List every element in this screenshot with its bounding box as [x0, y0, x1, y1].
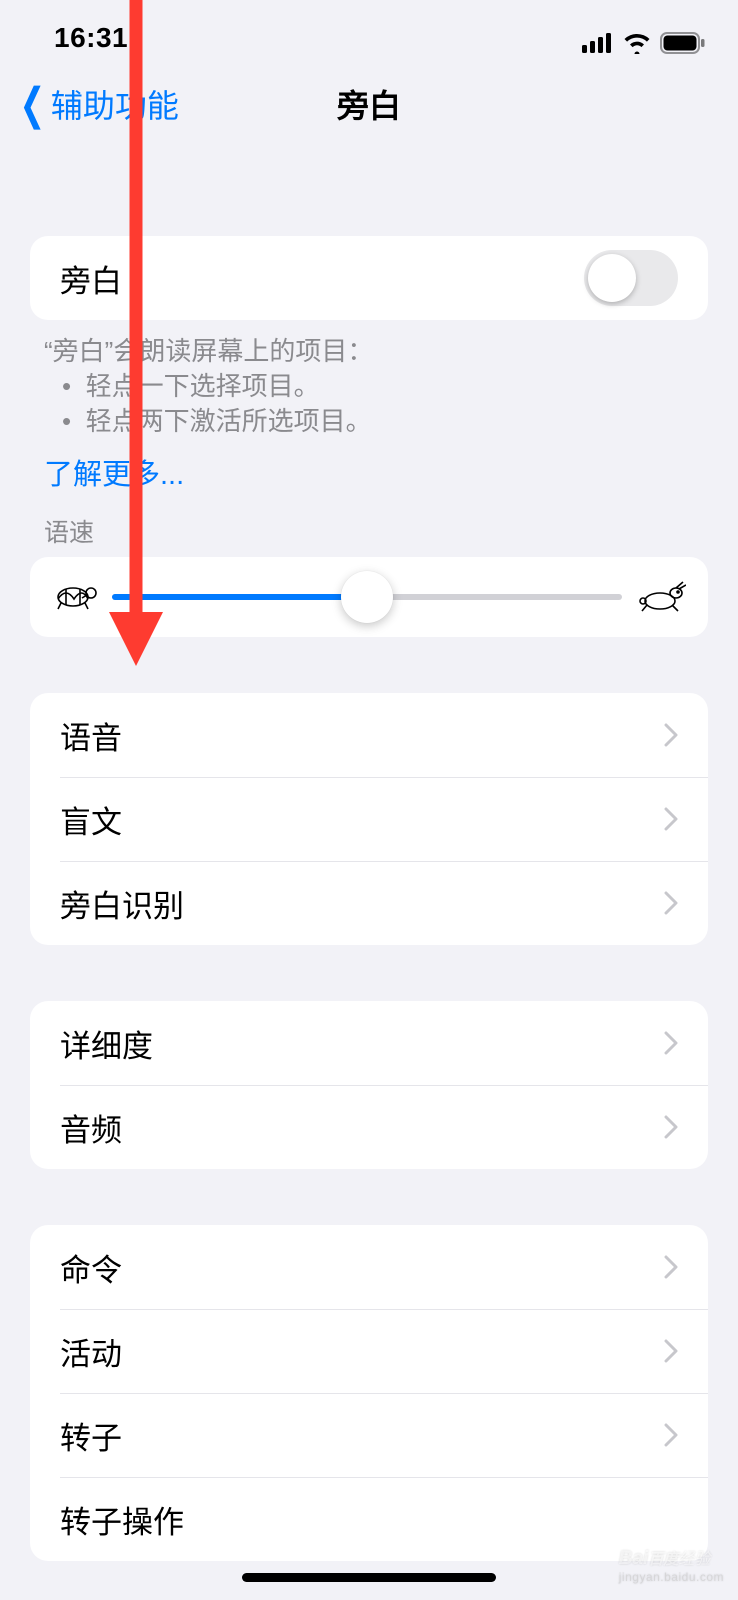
- chevron-left-icon: ❮: [20, 79, 46, 130]
- chevron-right-icon: [664, 807, 678, 831]
- row-audio[interactable]: 音频: [30, 1085, 708, 1169]
- status-time: 16:31: [54, 22, 128, 54]
- row-voiceover-toggle[interactable]: 旁白: [30, 236, 708, 320]
- battery-icon: [660, 32, 706, 54]
- group-verbosity-audio: 详细度 音频: [30, 1001, 708, 1169]
- row-activity[interactable]: 活动: [30, 1309, 708, 1393]
- chevron-right-icon: [664, 1339, 678, 1363]
- back-button[interactable]: ❮ 辅助功能: [14, 79, 179, 130]
- chevron-right-icon: [664, 1423, 678, 1447]
- chevron-right-icon: [664, 1031, 678, 1055]
- chevron-right-icon: [664, 723, 678, 747]
- status-icons: [582, 32, 706, 54]
- chevron-right-icon: [664, 1115, 678, 1139]
- row-voiceover-recognition[interactable]: 旁白识别: [30, 861, 708, 945]
- voiceover-toggle[interactable]: [584, 250, 678, 306]
- wifi-icon: [622, 32, 652, 54]
- speed-slider[interactable]: [112, 594, 622, 600]
- group-speed: [30, 557, 708, 637]
- speed-slider-row: [30, 557, 708, 637]
- status-bar: 16:31: [0, 0, 738, 60]
- hare-icon: [636, 581, 686, 613]
- chevron-right-icon: [664, 1255, 678, 1279]
- row-verbosity[interactable]: 详细度: [30, 1001, 708, 1085]
- toggle-label: 旁白: [60, 256, 584, 301]
- row-rotor[interactable]: 转子: [30, 1393, 708, 1477]
- group-voice-braille: 语音 盲文 旁白识别: [30, 693, 708, 945]
- group-voiceover-toggle: 旁白: [30, 236, 708, 320]
- voiceover-description: “旁白”会朗读屏幕上的项目： • 轻点一下选择项目。 • 轻点两下激活所选项目。: [0, 320, 738, 439]
- cellular-icon: [582, 33, 614, 53]
- row-braille[interactable]: 盲文: [30, 777, 708, 861]
- nav-bar: ❮ 辅助功能 旁白: [0, 60, 738, 148]
- home-indicator: [242, 1573, 496, 1582]
- speed-header: 语速: [0, 493, 738, 553]
- tortoise-icon: [52, 581, 98, 613]
- chevron-right-icon: [664, 891, 678, 915]
- row-commands[interactable]: 命令: [30, 1225, 708, 1309]
- learn-more-link[interactable]: 了解更多...: [0, 439, 738, 493]
- back-label: 辅助功能: [51, 81, 179, 127]
- row-rotor-actions[interactable]: 转子操作: [30, 1477, 708, 1561]
- row-voice[interactable]: 语音: [30, 693, 708, 777]
- slider-thumb[interactable]: [341, 571, 393, 623]
- watermark: Bai百度经验 jingyan.baidu.com: [619, 1545, 724, 1584]
- group-commands: 命令 活动 转子 转子操作: [30, 1225, 708, 1561]
